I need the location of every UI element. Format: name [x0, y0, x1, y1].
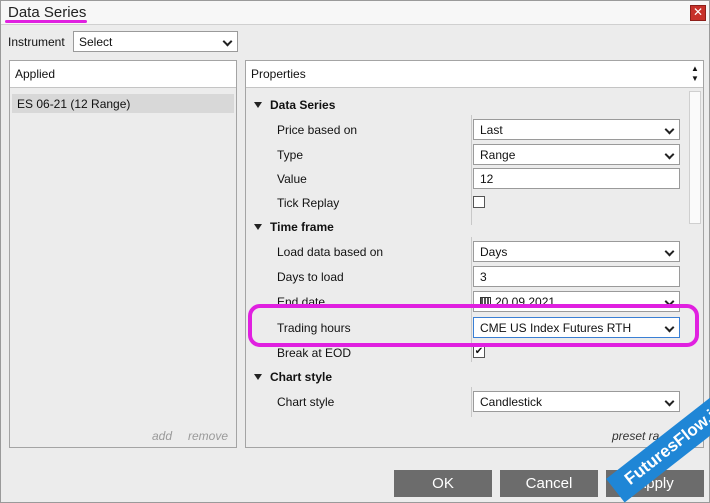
expand-arrow-icon	[254, 224, 262, 230]
scrollbar-thumb[interactable]	[689, 91, 701, 224]
trading-hours-highlight	[248, 304, 699, 347]
chart-style-select[interactable]: Candlestick	[473, 391, 680, 412]
chevron-down-icon	[664, 396, 675, 407]
chevron-down-icon	[222, 36, 233, 47]
tick-replay-checkbox[interactable]	[473, 196, 485, 208]
close-icon: ✕	[692, 5, 704, 19]
value-input[interactable]: 12	[473, 168, 680, 189]
days-to-load-input[interactable]: 3	[473, 266, 680, 287]
header-scroll-arrows[interactable]: ▲ ▼	[690, 64, 700, 86]
break-at-eod-checkbox[interactable]: ✔	[473, 346, 485, 358]
column-separator	[471, 387, 472, 417]
applied-panel: Applied ES 06-21 (12 Range) add remove	[9, 60, 237, 448]
load-data-based-on-select[interactable]: Days	[473, 241, 680, 262]
scroll-down-icon: ▼	[691, 74, 699, 83]
category-chart-style[interactable]: Chart style	[254, 370, 332, 384]
chevron-down-icon	[664, 124, 675, 135]
tick-replay-label: Tick Replay	[277, 196, 340, 210]
expand-arrow-icon	[254, 374, 262, 380]
price-based-on-select[interactable]: Last	[473, 119, 680, 140]
days-to-load-label: Days to load	[277, 270, 344, 284]
ok-button[interactable]: OK	[394, 470, 492, 497]
load-data-based-on-label: Load data based on	[277, 245, 384, 259]
category-data-series[interactable]: Data Series	[254, 98, 335, 112]
add-link[interactable]: add	[152, 429, 172, 443]
type-select[interactable]: Range	[473, 144, 680, 165]
title-bar: Data Series ✕	[1, 1, 709, 25]
chart-style-label: Chart style	[277, 395, 335, 409]
applied-header: Applied	[10, 61, 236, 88]
column-separator	[471, 115, 472, 225]
scroll-up-icon: ▲	[691, 64, 699, 73]
remove-link[interactable]: remove	[188, 429, 228, 443]
properties-panel: Properties ▲ ▼ Data Series Price based o…	[245, 60, 704, 448]
properties-scrollbar[interactable]	[688, 89, 702, 447]
data-series-dialog: Data Series ✕ Instrument Select Applied …	[0, 0, 710, 503]
preset-link[interactable]: preset ra	[612, 429, 659, 443]
instrument-select-value: Select	[79, 35, 113, 49]
value-label: Value	[277, 172, 307, 186]
instrument-select[interactable]: Select	[73, 31, 238, 52]
type-label: Type	[277, 148, 304, 162]
properties-header: Properties	[246, 61, 703, 88]
close-button[interactable]: ✕	[690, 5, 706, 21]
checkmark-icon: ✔	[474, 346, 484, 357]
expand-arrow-icon	[254, 102, 262, 108]
applied-list-item[interactable]: ES 06-21 (12 Range)	[12, 94, 234, 113]
title-highlight-underline	[5, 20, 87, 23]
chevron-down-icon	[664, 149, 675, 160]
instrument-label: Instrument	[8, 35, 65, 49]
dialog-title: Data Series	[8, 4, 87, 21]
price-based-on-label: Price based on	[277, 123, 358, 137]
cancel-button[interactable]: Cancel	[500, 470, 598, 497]
chevron-down-icon	[664, 246, 675, 257]
category-time-frame[interactable]: Time frame	[254, 220, 334, 234]
break-at-eod-label: Break at EOD	[277, 346, 352, 360]
